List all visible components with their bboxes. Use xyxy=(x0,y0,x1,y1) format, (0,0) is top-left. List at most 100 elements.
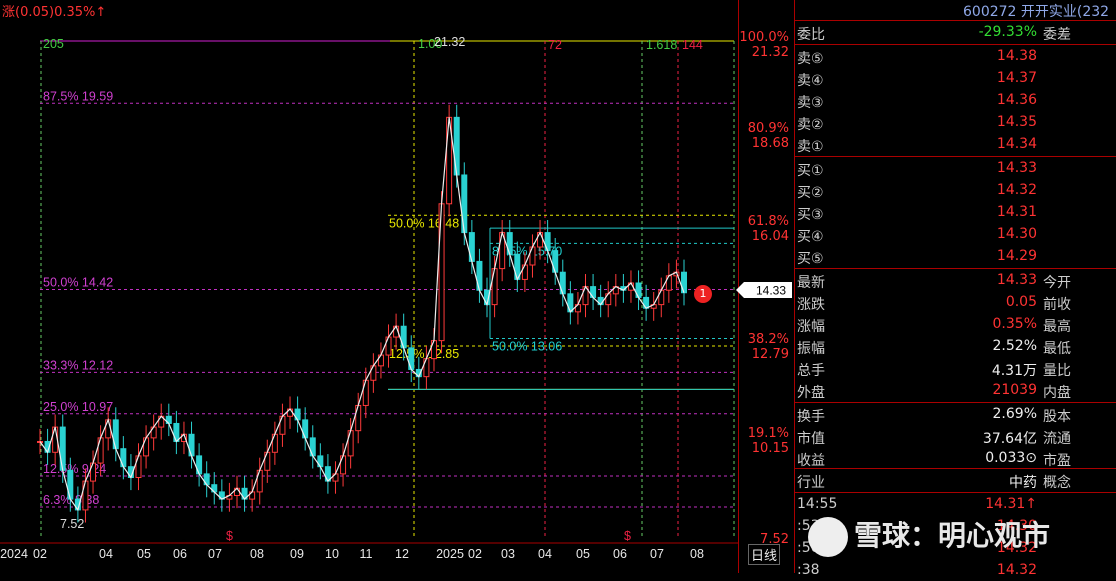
quote-label: 买③ xyxy=(797,207,824,223)
scale-pct-label: 80.9% xyxy=(747,121,789,136)
x-tick-label: 04 xyxy=(99,547,113,561)
bid-row: 买④ 14.30 xyxy=(795,223,1116,245)
change-info: 涨(0.05)0.35%↑ xyxy=(2,5,107,20)
last-price-label: 14.33 xyxy=(756,284,786,298)
x-tick-label: 05 xyxy=(576,547,590,561)
dividend-marker: $ xyxy=(226,529,233,543)
fib-count-label: 205 xyxy=(43,37,64,51)
quote-label: 外盘 xyxy=(797,385,825,401)
fib-level-label: 50.0% 14.42 xyxy=(43,276,113,290)
quote-value: 14.33 xyxy=(996,272,1037,288)
marker-badge[interactable]: 1 xyxy=(694,285,712,303)
x-tick-label: 04 xyxy=(538,547,552,561)
quote-label: 卖① xyxy=(797,139,824,155)
candle-body xyxy=(461,174,468,234)
bid-row: 买① 14.33 xyxy=(795,157,1116,179)
scale-value-label: 21.32 xyxy=(751,45,789,60)
quote-value: 14.37 xyxy=(996,70,1037,86)
quote-label: 卖④ xyxy=(797,73,824,89)
x-tick-label: 06 xyxy=(173,547,187,561)
tick-row: 14:55 14.31↑ xyxy=(795,493,1116,515)
candle-body xyxy=(453,116,460,176)
quote-ext-label: 今开 xyxy=(1043,275,1071,291)
scale-value-label: 10.15 xyxy=(751,441,789,456)
quote-value: -29.33% xyxy=(978,24,1037,40)
candle-body xyxy=(438,203,445,342)
fib-level-label: 33.3% 12.12 xyxy=(43,358,113,372)
quote-label: 收益 xyxy=(797,453,825,469)
bid-row: 买② 14.32 xyxy=(795,179,1116,201)
stat-row: 涨幅 0.35% 最高 xyxy=(795,313,1116,335)
quote-ext-label: 市盈 xyxy=(1043,453,1071,469)
quote-value: 14.36 xyxy=(996,92,1037,108)
quote-value: 2.69% xyxy=(992,406,1037,422)
x-tick-label: 2024 xyxy=(0,547,28,561)
scale-value-label: 12.79 xyxy=(751,347,789,362)
quote-label: 14:55 xyxy=(797,496,838,512)
quote-label: 买④ xyxy=(797,229,824,245)
x-tick-label: 06 xyxy=(613,547,627,561)
quote-label: 买⑤ xyxy=(797,251,824,267)
fib-level-label: 25.0% 10.97 xyxy=(43,400,113,414)
quote-ext-label: 股本 xyxy=(1043,409,1071,425)
snowball-logo-icon xyxy=(808,517,848,557)
quote-ext-label: 内盘 xyxy=(1043,385,1071,401)
quote-ext-label: 概念 xyxy=(1043,475,1071,491)
ask-row: 卖① 14.34 xyxy=(795,133,1116,155)
x-tick-label: 2025 xyxy=(436,547,464,561)
scale-pct-label: 100.0% xyxy=(739,30,789,45)
fib-mid-label: 50.0% 16.48 xyxy=(389,216,459,230)
x-tick-label: 12 xyxy=(395,547,409,561)
stat-row: 振幅 2.52% 最低 xyxy=(795,335,1116,357)
x-tick-label: 11 xyxy=(360,547,373,561)
quote-label: 行业 xyxy=(797,475,825,491)
fib-level-label: 87.5% 19.59 xyxy=(43,89,113,103)
x-tick-label: 07 xyxy=(208,547,222,561)
top-mark: 72 xyxy=(548,38,562,52)
quote-label: 最新 xyxy=(797,275,825,291)
quote-label: 涨跌 xyxy=(797,297,825,313)
quote-value: 14.30 xyxy=(996,226,1037,242)
quote-value: 0.05 xyxy=(1005,294,1037,310)
candle-body xyxy=(59,426,66,471)
quote-value: 中药 xyxy=(1009,475,1037,491)
quote-label: 卖② xyxy=(797,117,824,133)
quote-value: 14.31 xyxy=(996,204,1037,220)
chart-area[interactable]: 87.5% 19.59 50.0% 14.42 33.3% 12.12 25.0% 1… xyxy=(0,0,738,573)
watermark: 雪球：明心观市 xyxy=(808,514,1050,557)
quote-value: 14.34 xyxy=(996,136,1037,152)
quote-value: 37.64亿 xyxy=(982,431,1037,447)
x-tick-label: 02 xyxy=(33,547,47,561)
stat-row: 最新 14.33 今开 xyxy=(795,269,1116,291)
quote-value: 4.31万 xyxy=(991,363,1037,379)
quote-label: 总手 xyxy=(797,363,825,379)
fib-level-label: 12.5% 9.24 xyxy=(43,462,106,476)
scale-value-label: 16.04 xyxy=(751,229,789,244)
quote-value: 14.33 xyxy=(996,160,1037,176)
quote-panel: 600272 开开实业(232 委比 -29.33% 委差 卖⑤ 14.38 卖④ 14.3… xyxy=(794,0,1116,578)
stock-title: 600272 开开实业(232 xyxy=(963,4,1110,20)
ma-line xyxy=(39,117,685,512)
quote-value: 0.35% xyxy=(992,316,1037,332)
quote-value: 2.52% xyxy=(992,338,1037,354)
quote-label: 换手 xyxy=(797,409,825,425)
quote-label: :38 xyxy=(797,562,820,578)
quote-ext-label: 流通 xyxy=(1043,431,1071,447)
x-tick-label: 03 xyxy=(501,547,515,561)
period-tab[interactable]: 日线 xyxy=(748,544,781,565)
quote-label: 振幅 xyxy=(797,341,825,357)
quote-label: 卖③ xyxy=(797,95,824,111)
quote-ext-label: 最高 xyxy=(1043,319,1071,335)
top-mark: 144 xyxy=(682,38,703,52)
stat-row: 总手 4.31万 量比 xyxy=(795,357,1116,379)
x-tick-label: 08 xyxy=(690,547,704,561)
scale-value-label: 18.68 xyxy=(751,136,789,151)
quote-ext-label: 最低 xyxy=(1043,341,1071,357)
top-mark: 1.618 xyxy=(646,38,677,52)
stat-row: 外盘 21039 内盘 xyxy=(795,379,1116,401)
scale-pct-label: 38.2% xyxy=(747,332,789,347)
kline-chart[interactable]: 87.5% 19.59 50.0% 14.42 33.3% 12.12 25.0% 1… xyxy=(0,0,738,573)
x-tick-label: 08 xyxy=(250,547,264,561)
bid-row: 买⑤ 14.29 xyxy=(795,245,1116,267)
stat-row: 收益 0.033⊙ 市盈 xyxy=(795,447,1116,469)
